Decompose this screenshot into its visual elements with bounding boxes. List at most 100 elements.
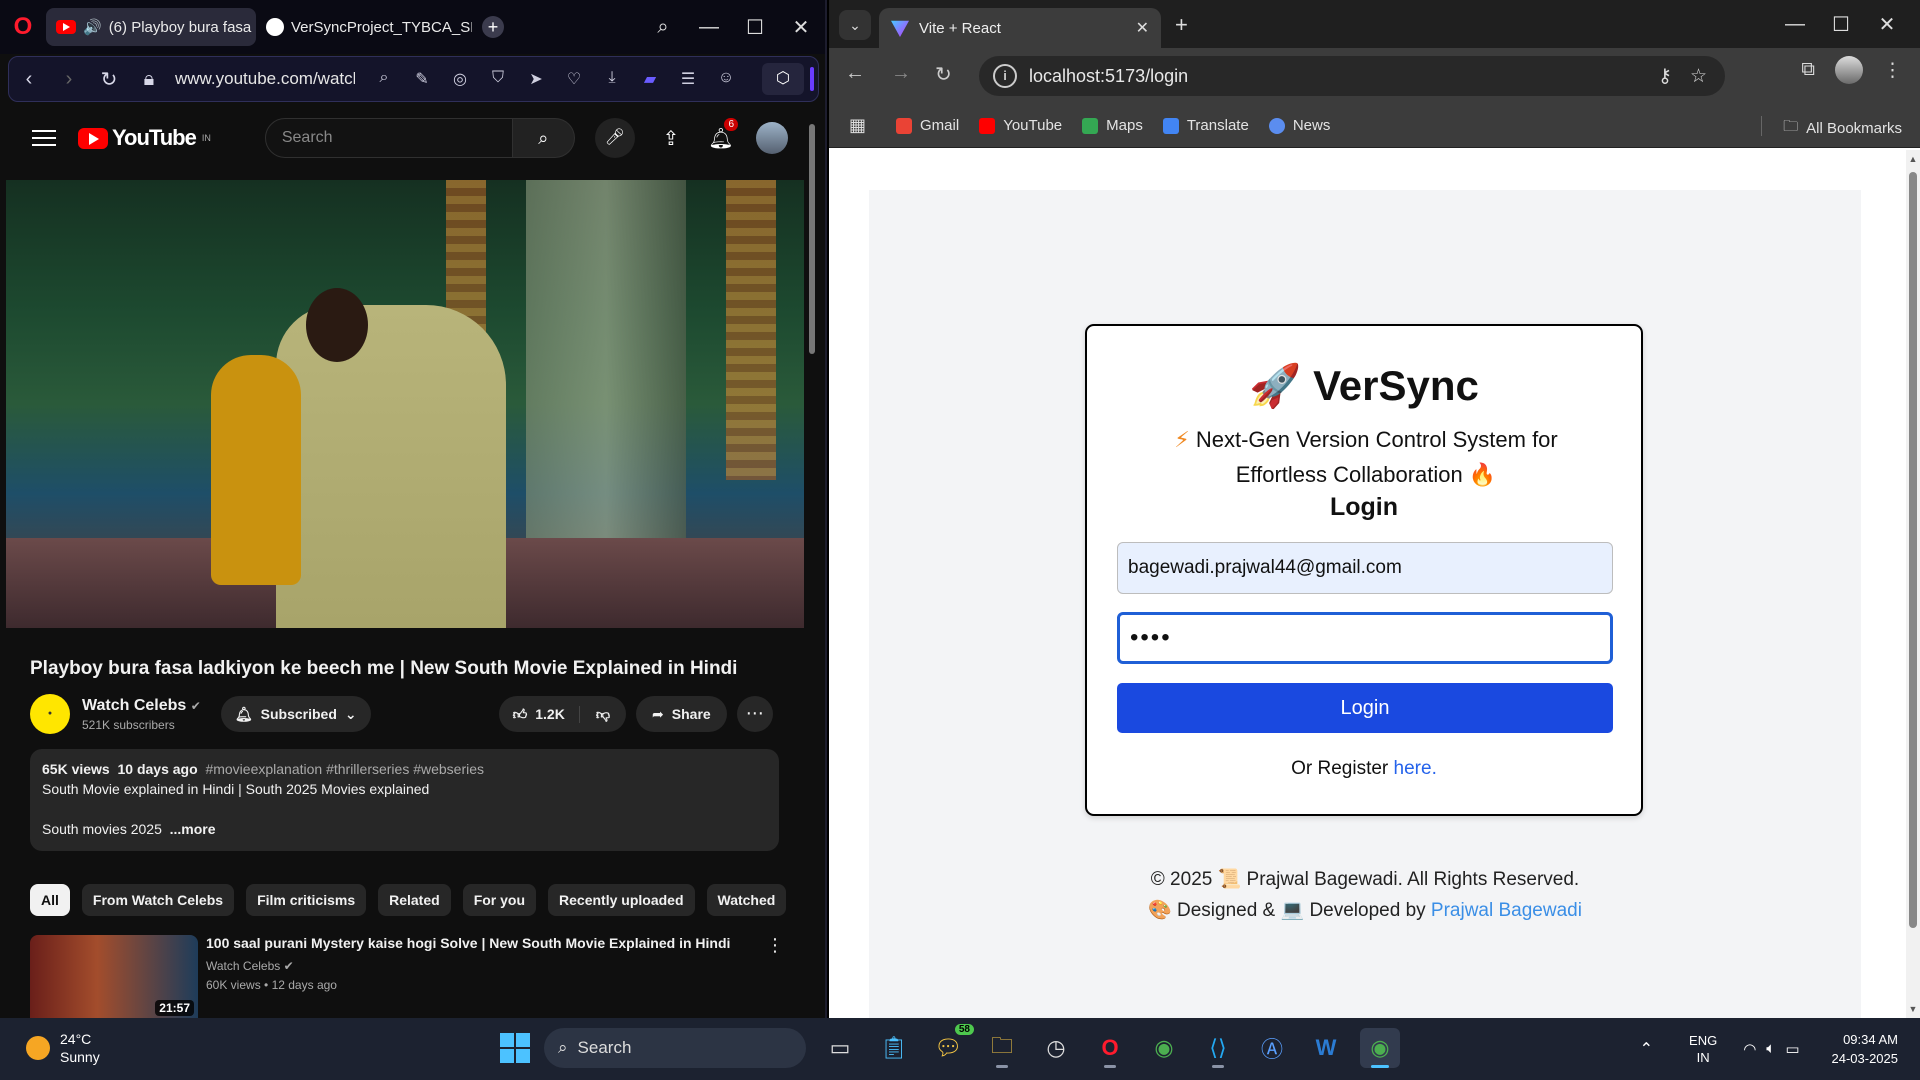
word-icon[interactable]: W — [1306, 1028, 1346, 1068]
tab-search-icon[interactable]: ⌄ — [839, 10, 871, 40]
chip-watched[interactable]: Watched — [706, 884, 787, 916]
battery-icon[interactable]: ▭ — [1785, 1040, 1799, 1058]
dislike-button[interactable]: 👎︎ — [580, 706, 626, 723]
address-bar[interactable]: i localhost:5173/login ⚷ ☆ — [979, 56, 1725, 96]
bookmark-gmail[interactable]: Gmail — [896, 117, 959, 134]
profile-icon[interactable]: ☺ — [707, 69, 745, 89]
channel-avatar[interactable]: ● — [30, 694, 70, 734]
chat-icon[interactable]: 💬︎ 58 — [928, 1024, 974, 1068]
maximize-button[interactable]: ☐ — [1818, 12, 1864, 37]
opera-icon[interactable]: O — [1090, 1028, 1130, 1068]
wifi-icon[interactable]: ◠ — [1743, 1040, 1756, 1058]
file-explorer-icon[interactable]: 🗀 — [982, 1028, 1022, 1068]
all-bookmarks-button[interactable]: 🗀 All Bookmarks — [1783, 116, 1902, 141]
app-icon[interactable]: Ⓐ — [1252, 1028, 1292, 1068]
close-button[interactable]: ✕ — [778, 15, 824, 40]
reload-button[interactable]: ↻ — [935, 62, 952, 87]
more-actions-button[interactable]: ⋯ — [736, 696, 773, 732]
site-info-icon[interactable]: i — [993, 64, 1017, 88]
chip-all[interactable]: All — [30, 884, 70, 916]
download-icon[interactable]: ⤓ — [593, 69, 631, 89]
recommended-channel[interactable]: Watch Celebs — [206, 959, 280, 973]
microphone-icon[interactable]: 🎤︎ — [594, 118, 635, 158]
edit-icon[interactable]: ✎ — [403, 69, 441, 89]
speaker-icon[interactable]: 🔊 — [83, 18, 102, 36]
chrome-profile-icon[interactable]: ◉ — [1360, 1028, 1400, 1068]
password-key-icon[interactable]: ⚷ — [1658, 65, 1672, 88]
clock[interactable]: 09:34 AM 24-03-2025 — [1832, 1030, 1899, 1068]
chrome-icon[interactable]: ◉ — [1144, 1028, 1184, 1068]
forward-button[interactable]: › — [49, 68, 89, 91]
scroll-up-icon[interactable]: ▲ — [1908, 154, 1918, 164]
new-tab-button[interactable]: + — [482, 16, 504, 38]
subscribed-button[interactable]: 🔔︎ Subscribed ⌄ — [220, 696, 371, 732]
bookmark-translate[interactable]: Translate — [1162, 117, 1249, 134]
tab-youtube[interactable]: 🔊 (6) Playboy bura fasa l — [46, 8, 256, 46]
bookmark-star-icon[interactable]: ☆ — [1690, 65, 1707, 88]
chip-recently-uploaded[interactable]: Recently uploaded — [548, 884, 695, 916]
search-icon[interactable]: ⌕ — [365, 69, 403, 89]
password-field[interactable]: •••• — [1117, 612, 1613, 664]
chrome-menu-icon[interactable]: ⋮ — [1883, 59, 1902, 82]
back-button[interactable]: ← — [845, 62, 865, 85]
vscode-icon[interactable]: ⟨⟩ — [1198, 1028, 1238, 1068]
menu-icon[interactable]: ☰ — [669, 69, 707, 89]
login-button[interactable]: Login — [1117, 683, 1613, 733]
close-button[interactable]: ✕ — [1864, 12, 1910, 37]
scrollbar-thumb[interactable] — [809, 124, 815, 354]
bookmark-youtube[interactable]: YouTube — [979, 117, 1062, 134]
url-text[interactable]: localhost:5173/login — [1029, 66, 1188, 87]
scrollbar[interactable]: ▲ ▼ — [1906, 150, 1920, 1018]
hashtags[interactable]: #movieexplanation #thrillerseries #webse… — [205, 761, 484, 777]
video-player[interactable] — [6, 180, 804, 628]
forward-button[interactable]: → — [891, 62, 911, 85]
notepad-icon[interactable]: 📋︎ — [874, 1028, 914, 1068]
send-icon[interactable]: ➤ — [517, 69, 555, 89]
back-button[interactable]: ‹ — [9, 68, 49, 91]
task-view-icon[interactable]: ▭ — [820, 1028, 860, 1068]
hamburger-menu-icon[interactable] — [32, 130, 56, 146]
chevron-up-icon[interactable]: ⌃ — [1640, 1039, 1653, 1059]
taskbar-search[interactable]: ⌕ Search — [544, 1028, 806, 1068]
recommended-video[interactable]: 21:57 100 saal purani Mystery kaise hogi… — [30, 935, 790, 1018]
url-field[interactable]: www.youtube.com/watcl — [175, 69, 355, 89]
share-button[interactable]: ➦ Share — [636, 696, 727, 732]
chip-for-you[interactable]: For you — [462, 884, 537, 916]
bookmark-news[interactable]: News — [1268, 117, 1330, 134]
description-box[interactable]: 65K views 10 days ago #movieexplanation … — [30, 749, 779, 851]
camera-icon[interactable]: ◎ — [441, 69, 479, 89]
upload-icon[interactable]: ⇪ — [646, 126, 696, 151]
avatar[interactable] — [756, 122, 788, 154]
show-more-link[interactable]: ...more — [170, 821, 216, 837]
heart-icon[interactable]: ♡ — [555, 69, 593, 89]
channel-name[interactable]: Watch Celebs — [82, 697, 186, 714]
extensions-icon[interactable]: ⧉ — [1801, 59, 1815, 81]
profile-avatar[interactable] — [1835, 56, 1863, 84]
language-indicator[interactable]: ENG IN — [1689, 1032, 1717, 1066]
author-link[interactable]: Prajwal Bagewadi — [1431, 900, 1582, 921]
opera-logo-icon[interactable]: O — [0, 0, 46, 54]
maximize-button[interactable]: ☐ — [732, 15, 778, 40]
youtube-logo[interactable]: YouTube IN — [78, 125, 211, 151]
chip-from-channel[interactable]: From Watch Celebs — [81, 884, 235, 916]
shield-icon[interactable]: ⛉ — [479, 69, 517, 89]
search-input[interactable]: Search — [264, 118, 513, 158]
search-button[interactable]: ⌕ — [512, 118, 575, 158]
minimize-button[interactable]: — — [686, 16, 732, 39]
scroll-down-icon[interactable]: ▼ — [1908, 1004, 1918, 1014]
scrollbar[interactable] — [808, 110, 816, 1015]
clock-icon[interactable]: ◷ — [1036, 1028, 1076, 1068]
extensions-icon[interactable]: ⬡ — [762, 63, 814, 95]
recommended-title[interactable]: 100 saal purani Mystery kaise hogi Solve… — [206, 935, 746, 951]
chip-related[interactable]: Related — [378, 884, 451, 916]
minimize-button[interactable]: — — [1772, 13, 1818, 36]
scrollbar-thumb[interactable] — [1909, 172, 1917, 928]
new-tab-button[interactable]: + — [1175, 12, 1188, 38]
battery-saver-icon[interactable]: ▰ — [631, 69, 669, 89]
volume-icon[interactable]: 🔈︎ — [1766, 1040, 1775, 1058]
register-link[interactable]: here. — [1394, 758, 1437, 779]
bookmark-maps[interactable]: Maps — [1082, 117, 1143, 134]
weather-widget[interactable]: 24°C Sunny — [26, 1030, 100, 1066]
tab-github[interactable]: VerSyncProject_TYBCA_SE — [256, 8, 472, 46]
search-tabs-icon[interactable]: ⌕ — [640, 16, 686, 39]
